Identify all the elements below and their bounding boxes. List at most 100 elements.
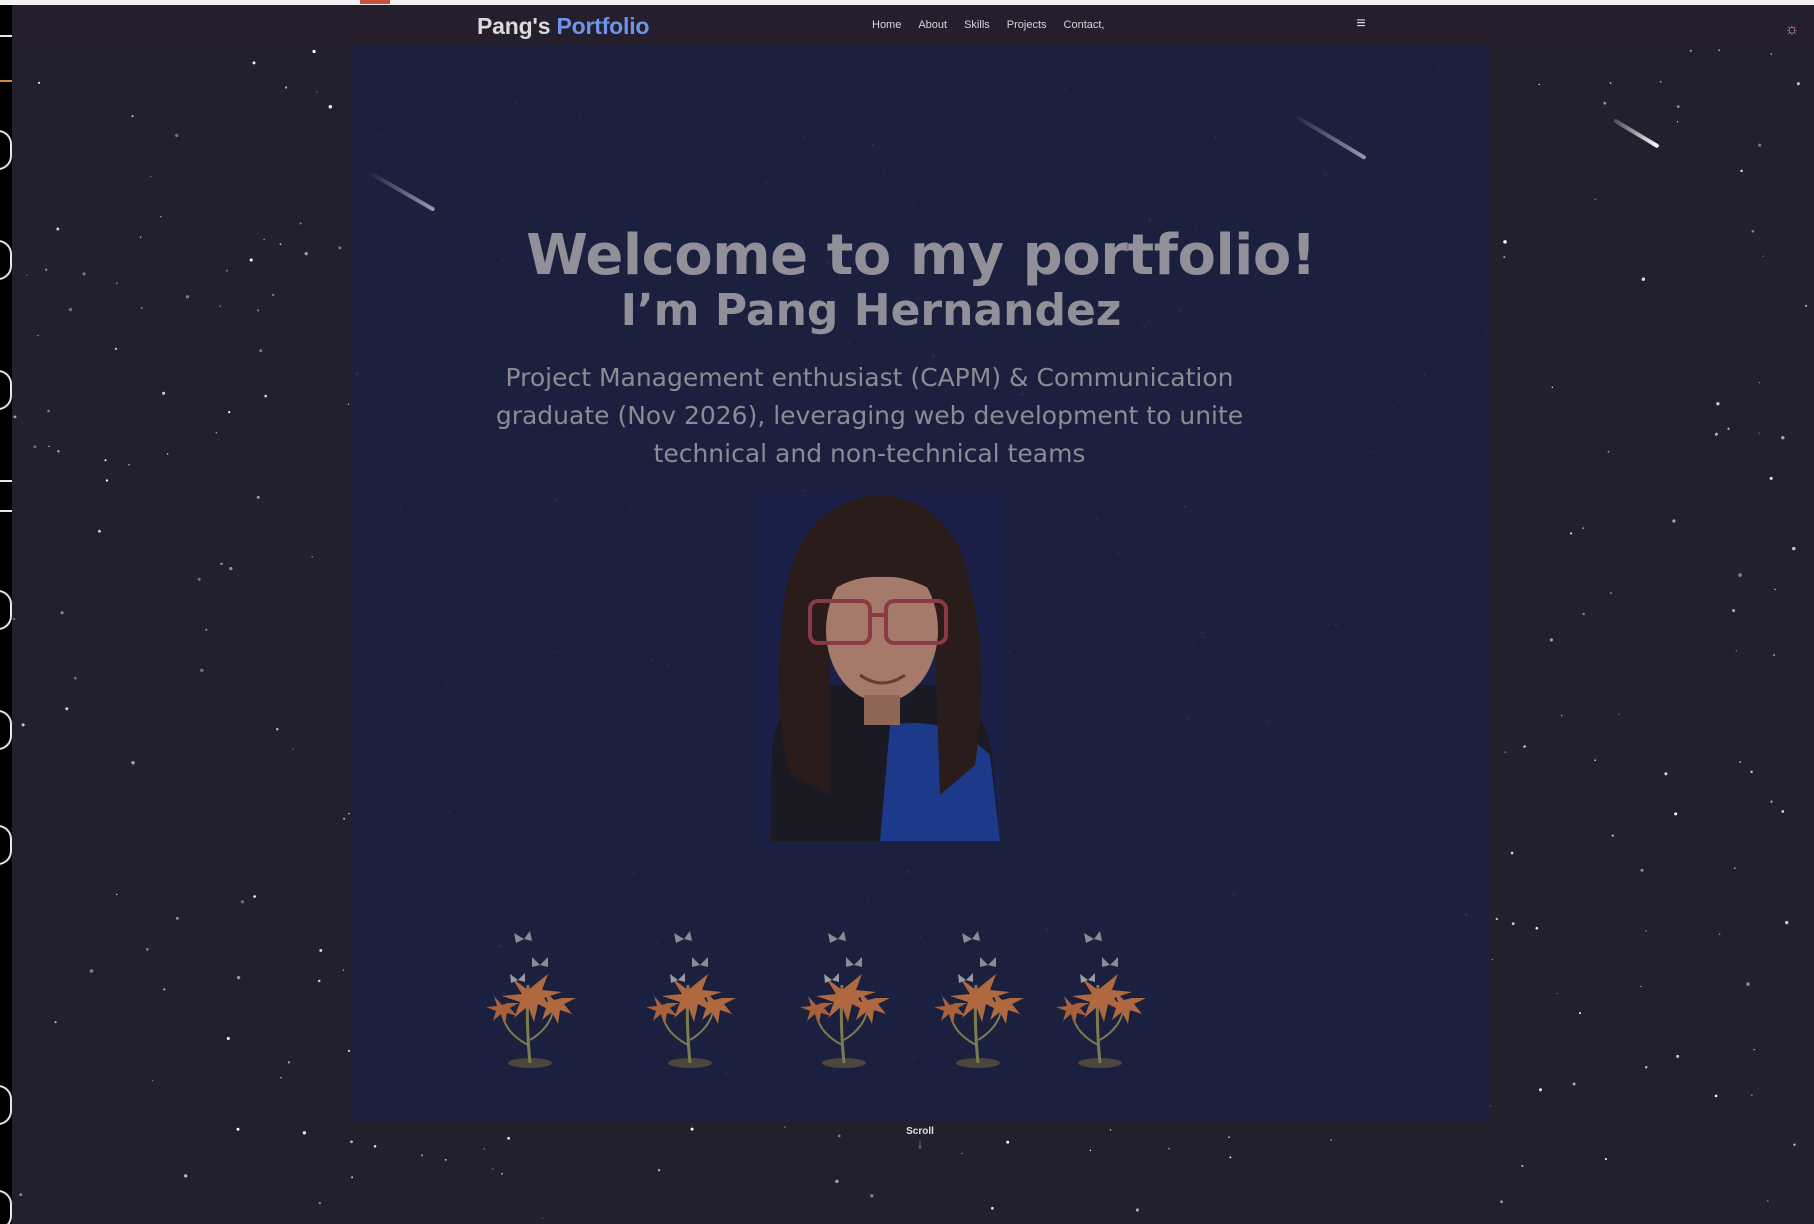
- star: [1740, 169, 1743, 173]
- star: [1796, 82, 1800, 86]
- star: [1751, 230, 1755, 233]
- star: [1609, 81, 1612, 84]
- star: [1689, 49, 1692, 52]
- star: [311, 555, 314, 558]
- star: [89, 969, 94, 973]
- star: [1805, 304, 1808, 307]
- toolbar-tick: [0, 80, 12, 82]
- star: [492, 1168, 494, 1170]
- toolbar-glyph: [0, 370, 12, 410]
- star: [256, 309, 260, 312]
- star: [1538, 83, 1540, 86]
- star: [145, 948, 149, 951]
- star: [252, 61, 256, 65]
- shooting-star: [1295, 115, 1367, 160]
- star: [226, 1036, 230, 1041]
- star: [837, 1134, 841, 1138]
- star: [1503, 256, 1506, 259]
- arrow-down-icon: ↓: [916, 1136, 924, 1151]
- star: [373, 1144, 377, 1148]
- star: [318, 1201, 321, 1205]
- flower-butterfly-icon: [486, 931, 576, 1068]
- star: [60, 611, 64, 615]
- star: [229, 566, 233, 571]
- star: [1664, 772, 1668, 776]
- site-logo[interactable]: Pang's Portfolio: [477, 13, 649, 40]
- star: [1511, 922, 1515, 926]
- star: [1738, 573, 1742, 577]
- star: [68, 307, 73, 312]
- star: [1618, 713, 1620, 715]
- left-toolbar: [0, 5, 12, 1224]
- nav-link-contact[interactable]: Contact,: [1064, 19, 1105, 31]
- star: [500, 1172, 504, 1175]
- star: [220, 562, 223, 566]
- star: [279, 243, 282, 246]
- star: [116, 893, 118, 896]
- toolbar-glyph: [0, 590, 12, 630]
- star: [162, 391, 166, 395]
- star: [184, 1174, 188, 1178]
- star: [1753, 1049, 1755, 1051]
- star: [236, 975, 241, 980]
- star: [1495, 917, 1499, 921]
- star: [37, 81, 41, 85]
- star: [658, 1169, 661, 1172]
- star: [1640, 868, 1644, 872]
- star: [1758, 143, 1762, 147]
- star: [304, 252, 308, 256]
- sun-icon[interactable]: ☼: [1782, 20, 1802, 40]
- star: [1556, 992, 1559, 995]
- star: [507, 1136, 510, 1140]
- nav-link-home[interactable]: Home: [872, 19, 901, 31]
- star: [215, 431, 218, 434]
- star: [1781, 810, 1785, 813]
- star: [343, 817, 345, 820]
- star: [1504, 751, 1506, 753]
- star: [253, 895, 256, 898]
- star: [149, 175, 152, 178]
- star: [200, 668, 204, 673]
- profile-photo: [760, 495, 1000, 841]
- star: [1770, 800, 1773, 803]
- flower-butterfly-icon: [646, 931, 736, 1068]
- star: [74, 676, 77, 680]
- star: [48, 445, 50, 448]
- star: [347, 403, 350, 405]
- hamburger-menu-icon[interactable]: ≡: [1354, 16, 1368, 32]
- top-navbar: Pang's Portfolio Home About Skills Proje…: [12, 5, 1814, 45]
- star: [128, 463, 130, 466]
- star: [316, 91, 318, 93]
- star: [961, 1152, 963, 1155]
- star: [1538, 1088, 1543, 1092]
- star: [54, 1021, 57, 1024]
- star: [292, 748, 294, 750]
- nav-link-projects[interactable]: Projects: [1007, 19, 1047, 31]
- star: [1603, 101, 1607, 105]
- star: [37, 334, 39, 337]
- star: [163, 988, 166, 991]
- nav-link-about[interactable]: About: [918, 19, 947, 31]
- star: [784, 1126, 786, 1128]
- star: [185, 295, 190, 299]
- star: [65, 707, 69, 711]
- star: [236, 1127, 240, 1131]
- star: [45, 268, 48, 271]
- nav-link-skills[interactable]: Skills: [964, 19, 990, 31]
- star: [1168, 1147, 1170, 1150]
- nav-links: Home About Skills Projects Contact,: [872, 19, 1121, 31]
- star: [1716, 402, 1720, 406]
- toolbar-glyph: [0, 130, 12, 170]
- scroll-indicator[interactable]: Scroll ↓: [880, 1126, 960, 1151]
- star: [21, 723, 25, 727]
- star: [350, 1140, 353, 1144]
- star: [1640, 985, 1642, 988]
- star: [205, 628, 208, 631]
- logo-prefix: Pang's: [477, 13, 551, 39]
- star: [240, 900, 245, 904]
- toolbar-glyph: [0, 240, 12, 280]
- shooting-star: [371, 172, 436, 212]
- star: [1551, 386, 1554, 389]
- logo-accent: Portfolio: [556, 13, 650, 39]
- star: [338, 246, 342, 250]
